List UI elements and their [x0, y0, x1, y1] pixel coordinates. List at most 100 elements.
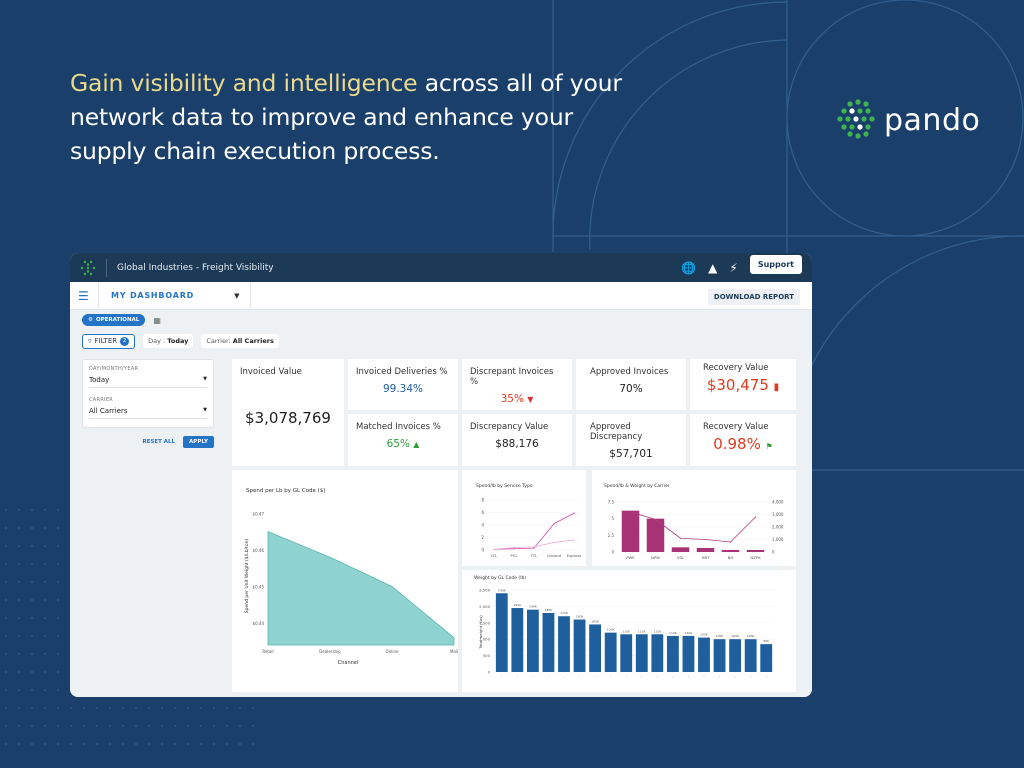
- x-tick-label: BH: [728, 555, 734, 560]
- bell-icon[interactable]: ▲: [708, 261, 717, 275]
- carrier-value: All Carriers: [89, 407, 128, 415]
- date-label: DAY/MONTH/YEAR: [89, 366, 139, 372]
- y-tick-label: 2: [481, 535, 484, 540]
- x-tick-label: ·: [734, 674, 735, 679]
- kpi-approved-invoices: Approved Invoices 70%: [576, 359, 686, 410]
- data-label: 85K: [763, 639, 770, 643]
- bar: [721, 550, 740, 552]
- x-tick-label: Retail: [262, 649, 273, 654]
- data-point: [513, 548, 515, 550]
- app-logo-icon: [80, 260, 96, 275]
- carrier-select[interactable]: All Carriers ▼: [89, 407, 207, 419]
- kpi-label: Recovery Value: [703, 363, 769, 373]
- data-point: [629, 511, 632, 513]
- reset-all-button[interactable]: RESET ALL: [142, 439, 175, 445]
- x-tick-label: ·: [548, 674, 549, 679]
- funnel-icon: ▿: [88, 337, 92, 345]
- bar: [573, 619, 586, 672]
- dashboard-selector[interactable]: MY DASHBOARD: [111, 291, 194, 300]
- y2-tick-label: 0: [772, 550, 775, 555]
- flag-icon: ⚑: [765, 442, 773, 451]
- x-tick-label: Ground: [547, 553, 562, 558]
- tab-table-icon[interactable]: ▦: [153, 316, 161, 325]
- bar: [589, 624, 602, 672]
- data-point: [729, 541, 732, 543]
- bar: [671, 547, 690, 552]
- x-tick-label: VSL: [677, 555, 685, 560]
- bar: [511, 608, 524, 672]
- chart-weight-gl: Weight by GL Code (lb)2,5002,0001,5001,0…: [474, 575, 774, 679]
- bar: [495, 593, 508, 672]
- x-tick-label: DZPA: [750, 555, 761, 560]
- y-tick-label: $0.47: [253, 511, 265, 516]
- kpi-label: Discrepant Invoices %: [470, 367, 554, 387]
- data-label: 110K: [685, 631, 694, 635]
- data-label: 100K: [731, 634, 740, 638]
- filter-chip-day[interactable]: Day : Today: [143, 334, 194, 348]
- x-tick-label: ·: [657, 674, 658, 679]
- globe-icon[interactable]: 🌐: [681, 261, 696, 275]
- date-select[interactable]: Today ▼: [89, 376, 207, 388]
- kpi-label: Recovery Value: [703, 422, 769, 432]
- y-tick-label: 4: [481, 523, 484, 528]
- filter-chip-carrier[interactable]: Carrier: All Carriers: [201, 334, 279, 348]
- x-tick-label: HBT: [702, 555, 710, 560]
- y-tick-label: 0: [488, 670, 491, 675]
- filter-button[interactable]: ▿ FILTER 2: [82, 333, 136, 349]
- y-tick-label: 0: [481, 548, 484, 553]
- x-tick-label: ·: [517, 674, 518, 679]
- x-tick-label: FTL: [531, 553, 538, 558]
- y-tick-label: $0.46: [253, 548, 265, 553]
- data-point: [513, 546, 515, 549]
- data-point: [553, 541, 555, 544]
- kpi-value: 65%: [386, 438, 410, 450]
- y-tick-label: 8: [481, 498, 484, 503]
- bar: [542, 612, 555, 672]
- filter-sidebar: DAY/MONTH/YEAR Today ▼ CARRIER All Carrie…: [82, 359, 214, 479]
- bar: [621, 510, 640, 552]
- download-report-button[interactable]: DOWNLOAD REPORT: [707, 289, 800, 305]
- y-tick-label: 2,000: [479, 604, 490, 609]
- lightning-icon[interactable]: ⚡: [729, 261, 737, 275]
- data-point: [573, 512, 575, 514]
- kpi-discrepant-invoices: Discrepant Invoices % 35% ▼: [462, 359, 572, 410]
- y2-tick-label: 4,000: [772, 500, 784, 505]
- y-tick-label: 2.5: [608, 533, 615, 538]
- data-label: 115K: [653, 629, 662, 633]
- app-topbar: Global Industries - Freight Visibility 🌐…: [70, 253, 812, 282]
- x-tick-label: ·: [579, 674, 580, 679]
- data-label: 110K: [669, 631, 678, 635]
- data-point: [493, 548, 495, 550]
- y2-tick-label: 3,000: [772, 512, 784, 517]
- y2-tick-label: 2,000: [772, 525, 784, 530]
- chart-spend-per-lb-gl: Spend per Lb by GL Code ($) $0.47 $0.46 $0.…: [244, 488, 458, 666]
- filter-label: FILTER: [94, 337, 118, 345]
- chevron-down-icon[interactable]: ▼: [234, 292, 239, 300]
- date-value: Today: [89, 376, 110, 384]
- data-label: 240K: [498, 588, 507, 592]
- tab-operational[interactable]: ⚙ OPERATIONAL: [82, 314, 146, 326]
- kpi-value: $30,475: [706, 376, 769, 394]
- bar: [713, 639, 726, 672]
- kpi-invoiced-value: Invoiced Value $3,078,769: [232, 359, 344, 466]
- chart-panel-spend-gl: Spend per Lb by GL Code ($) $0.47 $0.46 $0.…: [232, 470, 458, 692]
- bar: [604, 632, 617, 672]
- bar: [620, 634, 633, 672]
- x-tick-label: Mail: [450, 649, 458, 654]
- x-tick-label: ·: [688, 674, 689, 679]
- menu-icon[interactable]: ☰: [78, 289, 98, 303]
- support-button[interactable]: Support: [749, 255, 802, 274]
- tab-operational-label: OPERATIONAL: [95, 317, 140, 323]
- bar: [526, 609, 539, 672]
- x-tick-label: Online: [386, 649, 399, 654]
- apply-button[interactable]: APPLY: [183, 436, 214, 448]
- kpi-approved-discrepancy: Approved Discrepancy $57,701: [576, 414, 686, 466]
- chart-panel-service-type: Spend/lb by Service Type 8 6 4 2 0 LTL PCL FTL Gr…: [462, 470, 586, 566]
- thumbs-up-icon: ▲: [413, 440, 420, 449]
- thumbs-down-icon: ▼: [527, 395, 534, 404]
- chart-spend-service-type: Spend/lb by Service Type 8 6 4 2 0 LTL PCL FTL Gr…: [476, 483, 581, 558]
- chart-panel-weight-gl: Weight by GL Code (lb) 2,500 2,000 1,500 1,0…: [462, 570, 796, 692]
- x-tick-label: ·: [594, 674, 595, 679]
- bar: [666, 635, 679, 672]
- data-label: 190K: [529, 605, 538, 609]
